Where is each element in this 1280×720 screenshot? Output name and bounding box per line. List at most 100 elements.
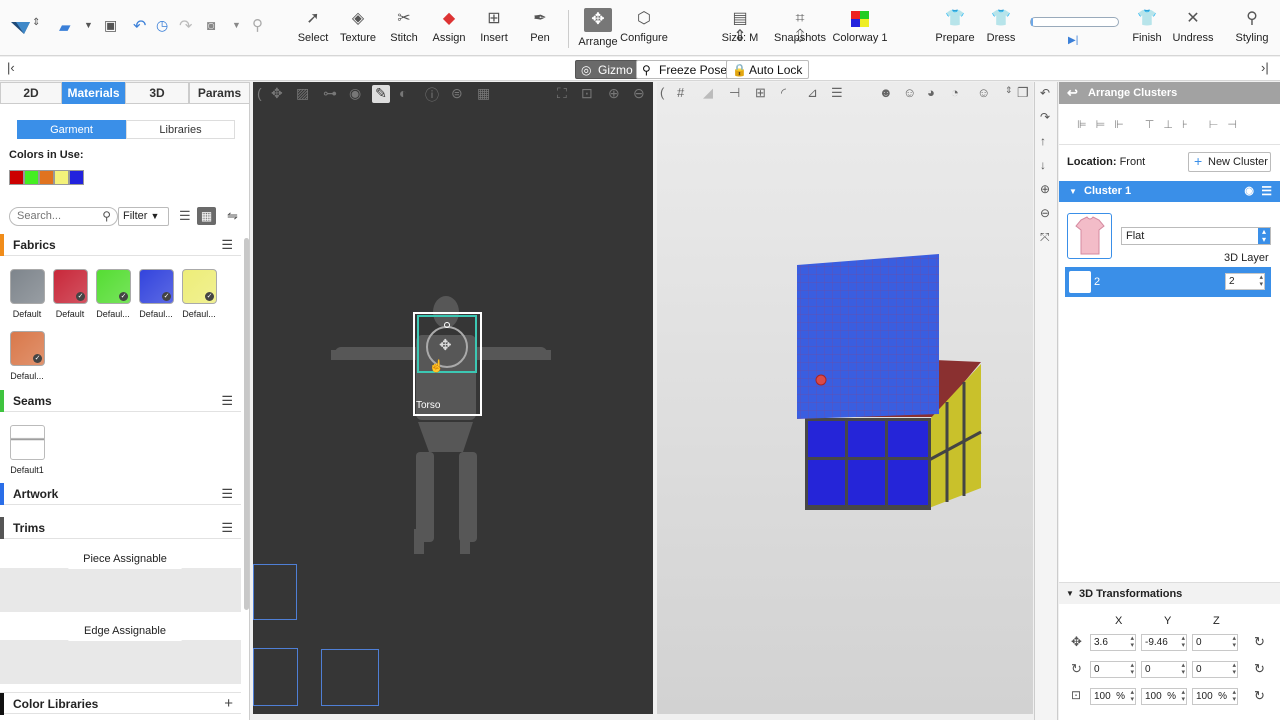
list-view-icon[interactable]: ☰ (179, 208, 191, 224)
segment-libraries[interactable]: Libraries (126, 120, 235, 139)
cluster-menu-icon[interactable]: ☰ (1261, 181, 1272, 202)
fabric-swatch[interactable]: ✓ (139, 269, 174, 304)
reset-rotation-icon[interactable]: ↻ (1254, 661, 1265, 677)
layer-stepper-icon[interactable]: ▴ ▾ (1259, 274, 1263, 288)
tool-configure[interactable]: ⬡ Configure (616, 10, 672, 44)
edge-assignable-area[interactable] (0, 640, 241, 684)
pattern-piece-outline[interactable] (253, 564, 297, 620)
2d-collapse-icon[interactable]: ( (257, 85, 262, 101)
alignment-tools[interactable]: ⊫⊨⊩ ⊤⊥⊦ ⊢⊣ (1077, 118, 1267, 131)
stepper-icon[interactable]: ▴ ▾ (1181, 689, 1185, 703)
rotation-x-input[interactable]: 0 ▴ ▾ (1090, 661, 1136, 678)
piece-assignable-area[interactable] (0, 568, 241, 612)
camera-icon[interactable]: ◙ (207, 17, 215, 33)
tool-pen[interactable]: ✒ Pen (512, 10, 568, 44)
3d-garment-view[interactable]: ( # ◢ ⊣ ⊞ ◜ ⊿ ☰ ☻ ☺ ◕ ◔ ☺ ⇕ ❐ (657, 82, 1033, 714)
layer-number-input[interactable]: 2 ▴ ▾ (1225, 273, 1265, 290)
zoom-in-icon[interactable]: ⊕ (1040, 182, 1050, 196)
stepper-icon[interactable]: ▴ ▾ (1181, 662, 1185, 676)
undo-rotate-icon[interactable]: ↶ (1040, 86, 1050, 100)
scale-y-input[interactable]: 100% ▴ ▾ (1141, 688, 1187, 705)
reset-scale-icon[interactable]: ↻ (1254, 688, 1265, 704)
gizmo-handle[interactable] (444, 322, 450, 328)
2d-zoom-out-icon[interactable]: ⊖ (633, 85, 645, 102)
gizmo-toggle[interactable]: ◎ Gizmo (575, 60, 640, 79)
size-selector[interactable]: ▤ ⇕ Size: M (712, 10, 768, 45)
stepper-icon[interactable]: ▴ ▾ (1181, 635, 1185, 649)
layer-row[interactable]: 2 2 ▴ ▾ (1065, 267, 1271, 297)
transform-expand-icon[interactable]: ▼ (1066, 583, 1074, 605)
tab-params[interactable]: Params (189, 82, 250, 104)
auto-lock-toggle[interactable]: 🔒 Auto Lock (726, 60, 810, 79)
fabric-swatch[interactable] (10, 269, 45, 304)
scale-z-input[interactable]: 100% ▴ ▾ (1192, 688, 1238, 705)
scale-x-input[interactable]: 100% ▴ ▾ (1090, 688, 1136, 705)
stepper-icon[interactable]: ▴ ▾ (1232, 689, 1236, 703)
new-cluster-button[interactable]: + New Cluster (1188, 152, 1271, 172)
cluster-1-row[interactable]: ▼ Cluster 1 ◉ ☰ (1059, 181, 1280, 202)
artwork-menu-icon[interactable]: ☰ (221, 483, 233, 505)
2d-edit-pattern-icon[interactable]: ▨ (296, 85, 309, 102)
2d-zoom-window-icon[interactable]: ⊡ (581, 85, 593, 102)
open-folder-icon[interactable]: ▰ (59, 18, 71, 36)
section-trims[interactable]: Trims ☰ (0, 517, 241, 539)
cluster-expand-icon[interactable]: ▼ (1069, 181, 1077, 202)
redo-rotate-icon[interactable]: ↷ (1040, 110, 1050, 124)
pattern-piece-outline[interactable] (321, 649, 379, 706)
2d-segment-icon[interactable]: ⊶ (323, 85, 337, 102)
visibility-eye-icon[interactable]: ◉ (1244, 181, 1254, 202)
2d-internal-shape-icon[interactable]: ◉ (349, 85, 361, 102)
2d-layer-icon[interactable]: ⊜ (451, 85, 463, 102)
fabric-swatch[interactable]: ✓ (182, 269, 217, 304)
section-color-libraries[interactable]: Color Libraries + (0, 692, 241, 715)
color-chip[interactable] (9, 170, 24, 185)
styling-button[interactable]: ⚲ Styling (1224, 10, 1280, 44)
collapse-right-panel-icon[interactable]: ›| (1261, 60, 1269, 75)
colorway-selector[interactable]: Colorway 1 (831, 10, 889, 44)
add-color-library-icon[interactable]: + (224, 693, 233, 715)
collapse-left-panel-icon[interactable]: |‹ (7, 60, 15, 75)
2d-pattern-view[interactable]: ( ✥ ▨ ⊶ ◉ ✎ ◐ ⓘ ⊜ ▦ ⛶ ⊡ ⊕ ⊖ ✥ ☝ Torso (253, 82, 653, 714)
rotation-z-input[interactable]: 0 ▴ ▾ (1192, 661, 1238, 678)
section-fabrics[interactable]: Fabrics ☰ (0, 234, 241, 256)
color-chip[interactable] (69, 170, 84, 185)
section-artwork[interactable]: Artwork ☰ (0, 483, 241, 505)
play-simulation-icon[interactable]: ▶| (1068, 35, 1078, 46)
color-chip[interactable] (54, 170, 69, 185)
stepper-icon[interactable]: ▴ ▾ (1232, 662, 1236, 676)
cluster-thumbnail[interactable] (1067, 213, 1112, 259)
tab-materials[interactable]: Materials (62, 82, 125, 104)
color-chip[interactable] (39, 170, 54, 185)
position-y-input[interactable]: -9.46 ▴ ▾ (1141, 634, 1187, 651)
redo-icon[interactable]: ↷ (179, 16, 192, 36)
2d-brush-icon[interactable]: ✎ (372, 85, 390, 103)
undress-button[interactable]: ✕ Undress (1165, 10, 1221, 44)
2d-transform-icon[interactable]: ✥ (271, 85, 283, 102)
rotation-y-input[interactable]: 0 ▴ ▾ (1141, 661, 1187, 678)
stepper-icon[interactable]: ▴ ▾ (1130, 689, 1134, 703)
2d-grid-icon[interactable]: ▦ (477, 85, 490, 102)
back-arrow-icon[interactable]: ↩ (1067, 82, 1078, 104)
fabric-swatch[interactable]: ✓ (10, 331, 45, 366)
stepper-icon[interactable]: ▴ ▾ (1130, 662, 1134, 676)
fabric-swatch[interactable]: ✓ (96, 269, 131, 304)
move-up-icon[interactable]: ↑ (1040, 134, 1046, 148)
move-down-icon[interactable]: ↓ (1040, 158, 1046, 172)
grid-view-icon[interactable]: ▦ (197, 207, 216, 225)
flat-dropdown[interactable]: Flat ▴ ▾ (1121, 227, 1271, 245)
avatar-pose-icon[interactable]: ⚲ (252, 16, 263, 34)
seam-swatch[interactable] (10, 425, 45, 460)
stepper-icon[interactable]: ▴ ▾ (1232, 635, 1236, 649)
2d-shade-icon[interactable]: ◐ (399, 85, 407, 101)
snapshots-selector[interactable]: ⌗ ⇕ Snapshots (772, 10, 828, 45)
trims-menu-icon[interactable]: ☰ (221, 517, 233, 539)
gizmo-move-icon[interactable]: ✥ (439, 336, 452, 354)
stepper-icon[interactable]: ▴ ▾ (1130, 635, 1134, 649)
tab-3d[interactable]: 3D (125, 82, 189, 104)
3d-transformations-header[interactable]: ▼ 3D Transformations (1059, 582, 1280, 604)
search-input[interactable] (17, 210, 97, 222)
save-icon[interactable]: ▣ (104, 17, 117, 34)
dress-button[interactable]: 👕 Dress (973, 10, 1029, 44)
zoom-out-icon[interactable]: ⊖ (1040, 206, 1050, 220)
position-z-input[interactable]: 0 ▴ ▾ (1192, 634, 1238, 651)
